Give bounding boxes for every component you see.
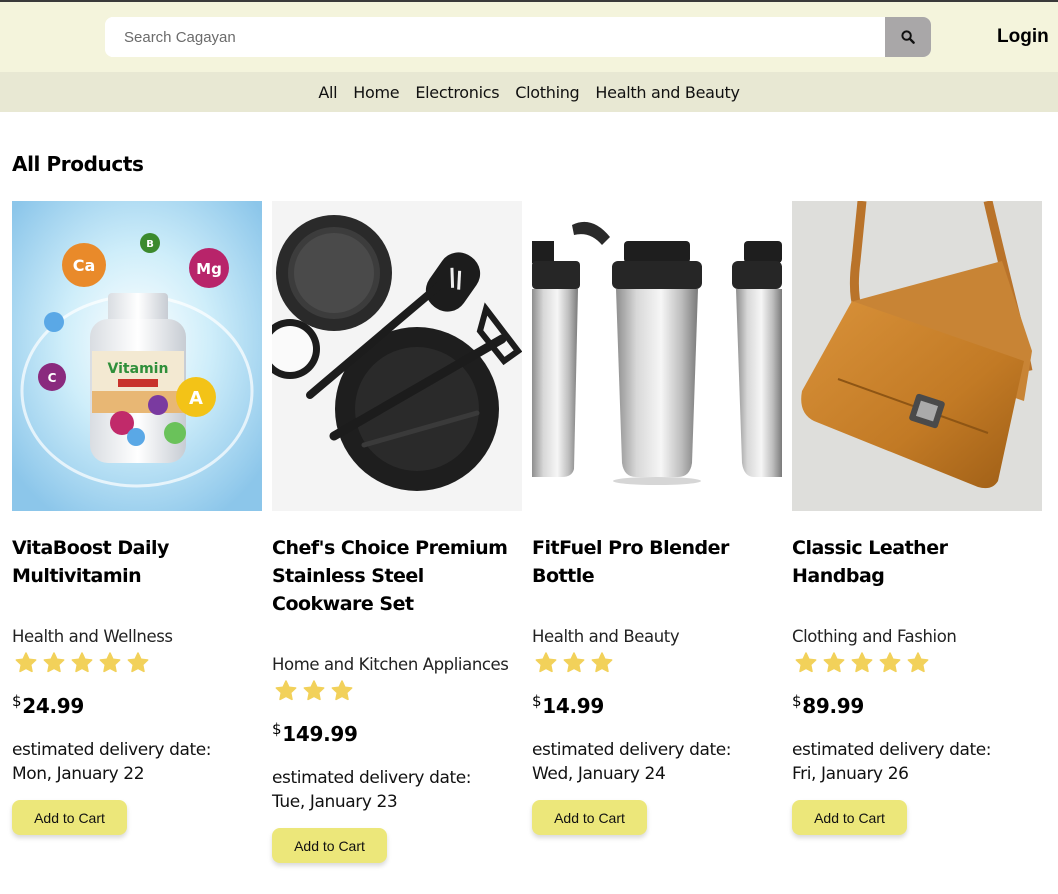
section-title: All Products (12, 152, 144, 176)
category-health-and-beauty[interactable]: Health and Beauty (587, 83, 747, 102)
category-nav: All Home Electronics Clothing Health and… (0, 72, 1058, 112)
search-bar (105, 17, 931, 57)
rating-stars (794, 651, 1042, 675)
delivery-label: estimated delivery date: (532, 740, 732, 760)
price-value: 14.99 (542, 694, 605, 718)
product-category: Home and Kitchen Appliances (272, 655, 509, 674)
add-to-cart-button[interactable]: Add to Cart (12, 800, 127, 835)
header-bar: Login (0, 2, 1058, 72)
svg-text:C: C (48, 371, 57, 385)
delivery-date: Wed, January 24 (532, 764, 666, 784)
product-price: $14.99 (532, 692, 782, 718)
product-price: $24.99 (12, 692, 262, 718)
product-category: Health and Beauty (532, 627, 680, 646)
delivery-date: Fri, January 26 (792, 764, 909, 784)
delivery-label: estimated delivery date: (272, 768, 472, 788)
star-icon (99, 652, 121, 673)
svg-text:Vitamin: Vitamin (108, 361, 169, 377)
category-clothing[interactable]: Clothing (507, 83, 587, 102)
star-icon (823, 652, 845, 673)
star-icon (331, 680, 353, 701)
category-home[interactable]: Home (345, 83, 407, 102)
product-price: $89.99 (792, 692, 1042, 718)
currency-symbol: $ (532, 692, 542, 710)
star-icon (563, 652, 585, 673)
product-card[interactable]: Classic Leather Handbag Clothing and Fas… (792, 201, 1042, 835)
product-image-handbag[interactable] (792, 201, 1042, 511)
search-input[interactable] (105, 17, 885, 57)
star-icon (879, 652, 901, 673)
price-value: 149.99 (282, 722, 358, 746)
search-button[interactable] (885, 17, 931, 57)
star-icon (275, 680, 297, 701)
currency-symbol: $ (12, 692, 22, 710)
star-icon (795, 652, 817, 673)
add-to-cart-button[interactable]: Add to Cart (792, 800, 907, 835)
star-icon (535, 652, 557, 673)
star-icon (303, 680, 325, 701)
star-icon (851, 652, 873, 673)
delivery-label: estimated delivery date: (12, 740, 212, 760)
star-icon (43, 652, 65, 673)
product-name[interactable]: Classic Leather Handbag (792, 534, 1042, 590)
category-all[interactable]: All (310, 83, 345, 102)
price-value: 24.99 (22, 694, 85, 718)
star-icon (71, 652, 93, 673)
rating-stars (14, 651, 262, 675)
product-image-multivitamin[interactable]: Vitamin Ca B Mg C A (12, 201, 262, 511)
svg-text:Mg: Mg (196, 260, 222, 278)
product-name[interactable]: Chef's Choice Premium Stainless Steel Co… (272, 534, 522, 618)
delivery-label: estimated delivery date: (792, 740, 992, 760)
login-link[interactable]: Login (997, 26, 1049, 48)
star-icon (907, 652, 929, 673)
product-category: Health and Wellness (12, 627, 173, 646)
product-price: $149.99 (272, 720, 522, 746)
product-card[interactable]: Chef's Choice Premium Stainless Steel Co… (272, 201, 522, 863)
currency-symbol: $ (272, 720, 282, 738)
currency-symbol: $ (792, 692, 802, 710)
product-category: Clothing and Fashion (792, 627, 957, 646)
product-card[interactable]: Vitamin Ca B Mg C A VitaBoost Daily Mult… (12, 201, 262, 835)
add-to-cart-button[interactable]: Add to Cart (272, 828, 387, 863)
svg-text:A: A (189, 388, 203, 409)
star-icon (15, 652, 37, 673)
add-to-cart-button[interactable]: Add to Cart (532, 800, 647, 835)
rating-stars (534, 651, 782, 675)
delivery-date: Tue, January 23 (272, 792, 398, 812)
product-card[interactable]: FitFuel Pro Blender Bottle Health and Be… (532, 201, 782, 835)
product-name[interactable]: VitaBoost Daily Multivitamin (12, 534, 262, 590)
category-electronics[interactable]: Electronics (407, 83, 507, 102)
delivery-date: Mon, January 22 (12, 764, 145, 784)
rating-stars (274, 679, 522, 703)
svg-text:Ca: Ca (73, 256, 96, 275)
search-icon (901, 30, 915, 44)
star-icon (591, 652, 613, 673)
svg-text:B: B (146, 239, 154, 250)
product-image-blender-bottle[interactable] (532, 201, 782, 511)
price-value: 89.99 (802, 694, 865, 718)
product-name[interactable]: FitFuel Pro Blender Bottle (532, 534, 782, 590)
product-image-cookware[interactable] (272, 201, 522, 511)
star-icon (127, 652, 149, 673)
